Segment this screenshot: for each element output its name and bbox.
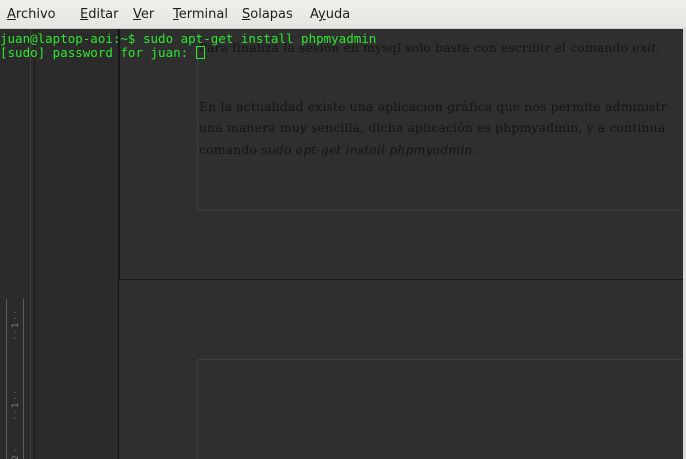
- menu-ver-label: er: [140, 7, 155, 22]
- doc-line-emphasis: sudo apt-get install phpmyadmin: [261, 142, 473, 157]
- menu-editar[interactable]: Editar: [80, 7, 119, 22]
- menu-terminal-label: erminal: [178, 7, 228, 22]
- menu-editar-mnemonic: E: [80, 7, 89, 22]
- menu-archivo-label: rchivo: [15, 7, 56, 22]
- terminal-cursor[interactable]: [195, 46, 205, 59]
- menubar: Archivo Editar Ver Terminal Solapas Ayud…: [0, 0, 686, 29]
- terminal-view[interactable]: · · 1 · · · · 1 · · 2 · Para finaliza la…: [0, 29, 686, 459]
- doc-line-text: En la actualidad existe una aplicacion g…: [199, 99, 667, 114]
- menu-terminal[interactable]: Terminal: [173, 7, 228, 22]
- terminal-password-prompt: [sudo] password for juan:: [0, 45, 196, 60]
- terminal-prompt: juan@laptop-aoi:~$: [0, 31, 143, 46]
- doc-line-text: comando: [199, 142, 262, 157]
- terminal-command-line: juan@laptop-aoi:~$ sudo apt-get install …: [0, 32, 376, 45]
- doc-line-text: una manera muy sencilla, dicha aplicació…: [199, 120, 666, 135]
- menu-ver[interactable]: Ver: [133, 7, 154, 22]
- menu-solapas-label: olapas: [250, 7, 293, 22]
- terminal-command: sudo apt-get install phpmyadmin: [143, 31, 377, 46]
- doc-margin-line: [34, 29, 35, 459]
- menu-ayuda-mnemonic: y: [318, 7, 326, 22]
- doc-line-emphasis: exit.: [632, 40, 661, 55]
- doc-line-text: .: [472, 142, 477, 157]
- doc-paragraph-2-line-3: comando sudo apt-get install phpmyadmin.: [199, 142, 477, 157]
- ruler-mark: · · 1 · ·: [11, 391, 21, 420]
- doc-text-area: [197, 359, 686, 459]
- vertical-ruler: · · 1 · · · · 1 · · 2 ·: [6, 299, 24, 459]
- menu-solapas[interactable]: Solapas: [242, 7, 293, 22]
- menu-archivo-mnemonic: A: [7, 7, 16, 22]
- ruler-mark: · · 1 · ·: [11, 311, 21, 340]
- doc-paragraph-2-line-2: una manera muy sencilla, dicha aplicació…: [199, 120, 665, 135]
- doc-margin-line: [30, 29, 31, 459]
- menu-ayuda-label: uda: [325, 7, 351, 22]
- menu-archivo[interactable]: Archivo: [7, 7, 56, 22]
- menu-ayuda-prefix: A: [310, 7, 319, 22]
- terminal-password-line: [sudo] password for juan:: [0, 46, 205, 59]
- ruler-mark: 2 ·: [11, 449, 21, 459]
- menu-editar-label: ditar: [88, 7, 119, 22]
- doc-paragraph-2-line-1: En la actualidad existe una aplicacion g…: [199, 99, 667, 114]
- menu-ayuda[interactable]: Ayuda: [310, 7, 350, 22]
- menu-ver-mnemonic: V: [133, 7, 141, 22]
